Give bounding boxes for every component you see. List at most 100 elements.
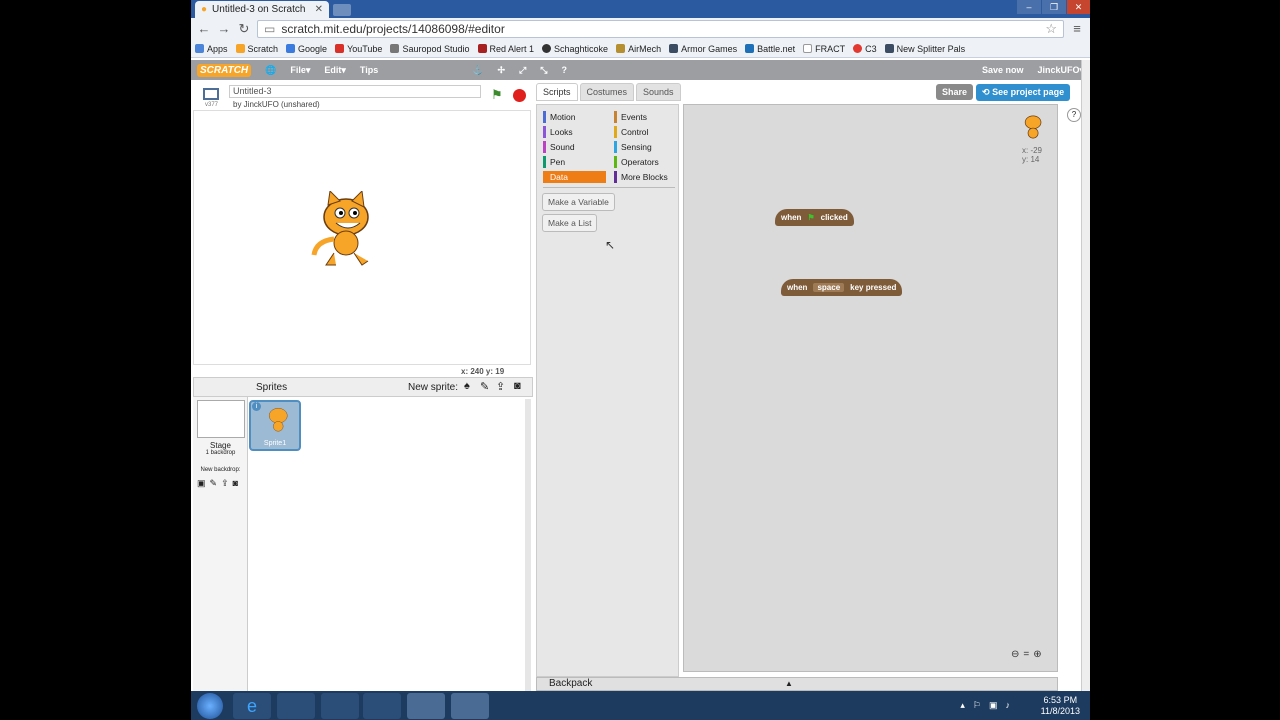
user-menu[interactable]: JinckUFO▾ — [1037, 65, 1084, 76]
stop-icon[interactable] — [513, 89, 526, 102]
tray-arrow-icon[interactable]: ▴ — [960, 700, 965, 711]
when-label: when — [781, 213, 802, 222]
browser-tab[interactable]: ● Untitled-3 on Scratch ✕ — [195, 1, 329, 18]
internet-explorer-icon[interactable]: e — [233, 693, 271, 719]
minimize-icon[interactable]: – — [1017, 0, 1041, 14]
new-tab-button[interactable] — [333, 4, 351, 16]
help-side-icon[interactable]: ? — [1067, 108, 1081, 122]
category-sound[interactable]: Sound — [543, 141, 575, 153]
globe-icon[interactable]: 🌐 — [265, 65, 276, 76]
bookmark-google[interactable]: Google — [286, 44, 327, 54]
zoom-reset-icon[interactable]: = — [1023, 649, 1029, 660]
make-variable-button[interactable]: Make a Variable — [542, 193, 615, 211]
paint-sprite-icon[interactable]: ✎ — [480, 380, 489, 393]
sprite-cat-icon[interactable] — [308, 191, 378, 269]
category-operators[interactable]: Operators — [614, 156, 659, 168]
maximize-icon[interactable]: ❐ — [1042, 0, 1066, 14]
bookmark-star-icon[interactable]: ☆ — [1045, 21, 1057, 37]
back-icon[interactable]: ← — [197, 22, 211, 36]
new-backdrop-label: New backdrop: — [200, 467, 241, 473]
tab-sounds[interactable]: Sounds — [636, 83, 681, 101]
tab-costumes[interactable]: Costumes — [579, 83, 635, 101]
zoom-in-icon[interactable]: ⊕ — [1033, 649, 1041, 660]
key-dropdown[interactable]: space — [813, 283, 845, 292]
flag-icon[interactable]: ⚐ — [973, 700, 981, 711]
stage-thumbnail[interactable] — [197, 400, 245, 438]
clock[interactable]: 6:53 PM 11/8/2013 — [1041, 695, 1080, 717]
script-area[interactable]: x: -29 y: 14 when ⚑ clicked when space k… — [683, 104, 1058, 672]
reload-icon[interactable]: ↻ — [237, 22, 251, 36]
tips-menu[interactable]: Tips — [360, 65, 378, 75]
shrink-icon[interactable]: ⤡ — [540, 65, 547, 76]
edit-menu[interactable]: Edit▾ — [324, 65, 346, 76]
network-icon[interactable]: ▣ — [989, 700, 998, 711]
bookmark-youtube[interactable]: YouTube — [335, 44, 382, 54]
stage-coordinates: x: 240 y: 19 — [461, 367, 505, 376]
volume-icon[interactable]: ♪ — [1006, 700, 1011, 711]
info-icon[interactable]: i — [252, 402, 261, 411]
project-title-input[interactable]: Untitled-3 — [229, 85, 481, 98]
bookmark-c3[interactable]: C3 — [853, 44, 877, 54]
close-window-icon[interactable]: ✕ — [1067, 0, 1090, 14]
green-flag-icon[interactable]: ⚑ — [491, 87, 503, 103]
share-button[interactable]: Share — [936, 84, 974, 100]
category-motion[interactable]: Motion — [543, 111, 576, 123]
when-key-pressed-block[interactable]: when space key pressed — [781, 279, 903, 296]
bookmark-splitter[interactable]: New Splitter Pals — [884, 44, 965, 54]
grow-icon[interactable]: ⤢ — [519, 65, 526, 76]
chrome-icon[interactable] — [407, 693, 445, 719]
sprite-list-scrollbar[interactable] — [525, 399, 531, 691]
category-data[interactable]: Data — [543, 171, 606, 183]
category-events[interactable]: Events — [614, 111, 647, 123]
paint-backdrop-icon[interactable]: ✎ — [210, 478, 218, 489]
close-tab-icon[interactable]: ✕ — [315, 4, 323, 15]
fullscreen-icon[interactable] — [203, 88, 219, 100]
sprite-library-icon[interactable]: ♠ — [464, 380, 470, 392]
category-looks[interactable]: Looks — [543, 126, 573, 138]
sprite-thumbnail[interactable]: i Sprite1 — [249, 400, 301, 451]
zoom-out-icon[interactable]: ⊖ — [1011, 649, 1019, 660]
duplicate-icon[interactable]: ⚓ — [472, 65, 483, 76]
see-project-page-button[interactable]: ⟲ See project page — [976, 84, 1071, 101]
when-flag-clicked-block[interactable]: when ⚑ clicked — [775, 209, 854, 226]
bookmark-armor-games[interactable]: Armor Games — [669, 44, 737, 54]
bookmark-sauropod[interactable]: Sauropod Studio — [390, 44, 470, 54]
scratch-logo[interactable]: SCRATCH — [197, 63, 252, 77]
bookmark-schaghticoke[interactable]: Schaghticoke — [542, 44, 608, 54]
vertical-scrollbar[interactable] — [1081, 60, 1090, 691]
bookmark-battlenet[interactable]: Battle.net — [745, 44, 795, 54]
calculator-icon[interactable] — [363, 693, 401, 719]
media-player-icon[interactable] — [321, 693, 359, 719]
start-button-icon[interactable] — [197, 693, 223, 719]
stage-canvas[interactable] — [193, 110, 531, 365]
camera-backdrop-icon[interactable]: ◙ — [233, 478, 238, 489]
make-list-button[interactable]: Make a List — [542, 214, 598, 232]
upload-backdrop-icon[interactable]: ⇪ — [221, 478, 229, 489]
bookmark-scratch[interactable]: Scratch — [235, 44, 278, 54]
youtube-icon — [335, 44, 345, 53]
bookmark-fract[interactable]: FRACT — [803, 44, 845, 54]
file-menu[interactable]: File▾ — [290, 65, 310, 76]
backdrop-library-icon[interactable]: ▣ — [197, 478, 206, 489]
category-pen[interactable]: Pen — [543, 156, 565, 168]
category-more-blocks[interactable]: More Blocks — [614, 171, 668, 183]
scratch-taskbar-icon[interactable] — [451, 693, 489, 719]
save-now-button[interactable]: Save now — [982, 65, 1024, 75]
category-control[interactable]: Control — [614, 126, 648, 138]
forward-icon[interactable]: → — [217, 22, 231, 36]
help-icon[interactable]: ? — [561, 65, 567, 75]
bookmark-apps[interactable]: Apps — [195, 44, 228, 54]
green-flag-block-icon: ⚑ — [807, 213, 815, 222]
tab-scripts[interactable]: Scripts — [536, 83, 578, 101]
scratch-icon — [235, 44, 245, 53]
menu-icon[interactable]: ≡ — [1070, 22, 1084, 36]
file-explorer-icon[interactable] — [277, 693, 315, 719]
upload-sprite-icon[interactable]: ⇪ — [496, 380, 505, 393]
cut-icon[interactable]: ✢ — [497, 65, 505, 76]
backpack-bar[interactable]: Backpack ▲ — [536, 677, 1058, 691]
url-input[interactable]: ▭ scratch.mit.edu/projects/14086098/#edi… — [257, 20, 1064, 38]
category-sensing[interactable]: Sensing — [614, 141, 652, 153]
camera-sprite-icon[interactable]: ◙ — [514, 380, 521, 392]
bookmark-airmech[interactable]: AirMech — [616, 44, 661, 54]
bookmark-red-alert[interactable]: Red Alert 1 — [477, 44, 534, 54]
